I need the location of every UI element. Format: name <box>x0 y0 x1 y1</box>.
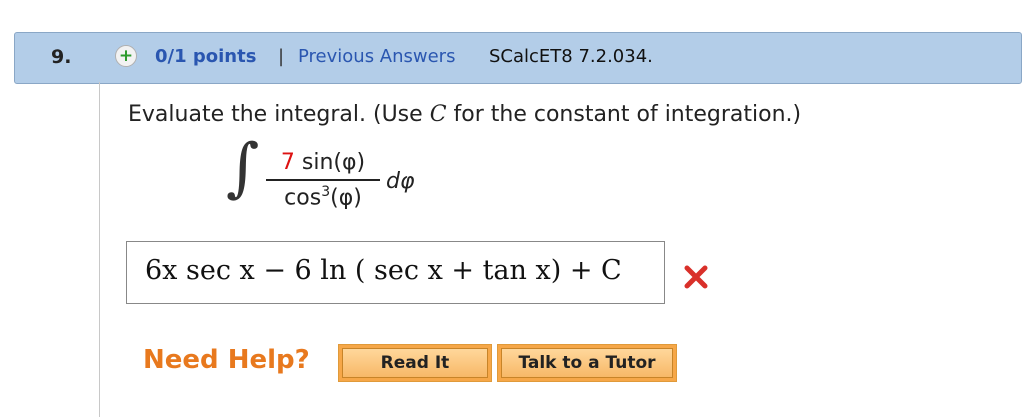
prompt-text-start: Evaluate the integral. (Use <box>128 102 430 127</box>
integral-sign: ∫ <box>226 131 260 205</box>
question-header: 9. + 0/1 points | Previous Answers SCalc… <box>14 32 1022 84</box>
integrand-denominator: cos3(φ) <box>266 184 380 210</box>
numerator-coefficient: 7 <box>280 150 295 175</box>
integrand-fraction: 7 sin(φ) cos3(φ) <box>266 150 380 210</box>
question-number: 9. <box>51 46 72 68</box>
x-mark-icon <box>684 265 708 289</box>
header-separator: | <box>278 46 285 67</box>
need-help-label: Need Help? <box>143 345 310 375</box>
numerator-rest: sin(φ) <box>294 150 366 175</box>
denominator-base: cos <box>284 185 322 211</box>
denominator-exponent: 3 <box>321 184 331 200</box>
denominator-rest: (φ) <box>330 185 362 211</box>
differential: dφ <box>386 169 415 194</box>
integrand-numerator: 7 sin(φ) <box>266 150 380 178</box>
fraction-bar <box>266 179 380 181</box>
answer-value: 6x sec x − 6 ln ( sec x + tan x) + C <box>145 255 622 286</box>
question-code: SCalcET8 7.2.034. <box>489 46 653 67</box>
prompt-text-end: for the constant of integration.) <box>446 102 802 127</box>
expand-plus-icon[interactable]: + <box>115 45 137 67</box>
read-it-button[interactable]: Read It <box>338 344 492 382</box>
content-divider <box>99 82 100 417</box>
answer-input[interactable]: 6x sec x − 6 ln ( sec x + tan x) + C <box>126 241 665 304</box>
read-it-label: Read It <box>342 348 488 378</box>
constant-c: C <box>429 102 447 127</box>
talk-to-tutor-button[interactable]: Talk to a Tutor <box>497 344 677 382</box>
question-prompt: Evaluate the integral. (Use C for the co… <box>128 102 801 127</box>
talk-to-tutor-label: Talk to a Tutor <box>501 348 673 378</box>
points-score: 0/1 points <box>155 46 257 67</box>
previous-answers-link[interactable]: Previous Answers <box>298 46 455 67</box>
